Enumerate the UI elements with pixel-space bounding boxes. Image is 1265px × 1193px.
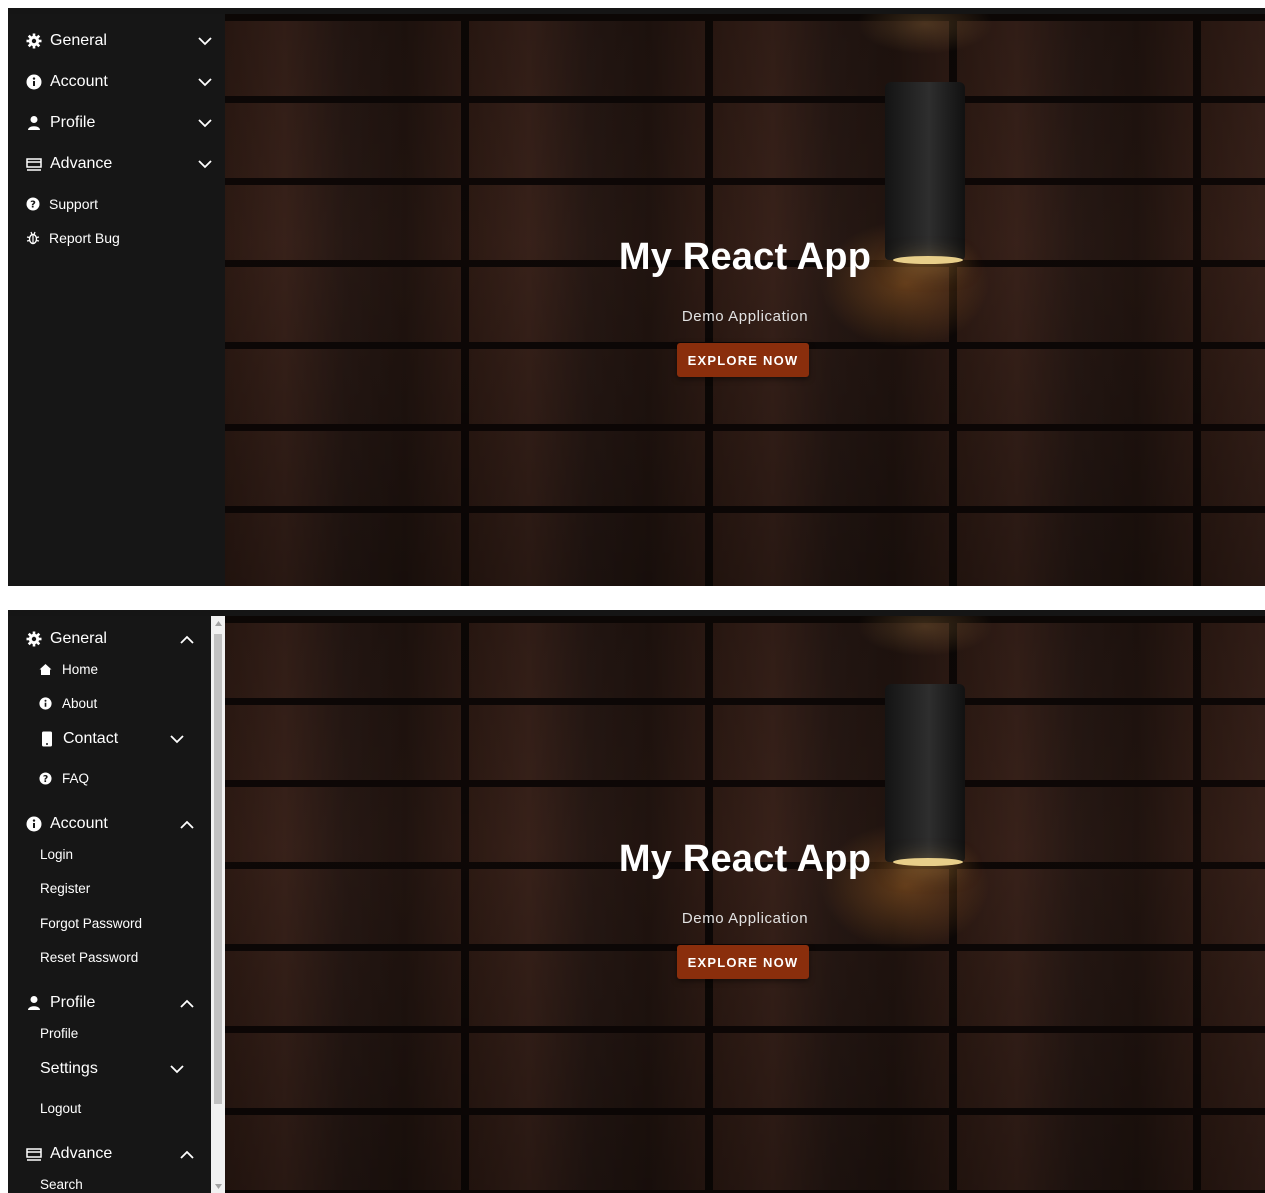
sidebar: General Home About Contact ? FAQ Account… [8, 616, 211, 1193]
sidebar-item-label: Advance [50, 1145, 113, 1162]
chevron-up-icon [179, 995, 195, 1011]
sidebar-subitem-label: Register [40, 880, 91, 896]
sidebar-subitem-settings[interactable]: Settings [8, 1054, 211, 1084]
explore-now-button[interactable]: EXPLORE NOW [677, 945, 809, 979]
app-window-collapsed: General Account Profile Advance ? Suppor… [8, 8, 1265, 586]
sidebar-subitem-label: Profile [40, 1025, 79, 1041]
sidebar-item-label: Advance [50, 155, 113, 172]
sidebar-item-account[interactable]: Account [8, 809, 211, 839]
sidebar-subitem-label: Contact [63, 730, 119, 747]
sidebar-subitem-forgot-password[interactable]: Forgot Password [8, 908, 211, 938]
sidebar-subitem-label: Logout [40, 1100, 82, 1116]
hero-banner: My React App Demo Application EXPLORE NO… [225, 14, 1265, 586]
sidebar-item-advance[interactable]: Advance [8, 149, 225, 179]
scrollbar-thumb[interactable] [214, 634, 222, 1104]
question-icon: ? [39, 771, 52, 785]
sidebar-item-general[interactable]: General [8, 26, 225, 56]
gear-icon [26, 33, 42, 49]
home-icon [39, 663, 52, 676]
sidebar-item-label: Account [50, 73, 108, 90]
hero-title: My React App [618, 838, 872, 880]
bug-icon [26, 231, 40, 245]
sidebar-subitem-contact[interactable]: Contact [8, 724, 211, 754]
scroll-up-arrow-icon[interactable] [211, 616, 225, 630]
sidebar-item-label: General [50, 630, 107, 647]
sidebar: General Account Profile Advance ? Suppor… [8, 14, 225, 586]
question-icon: ? [26, 197, 40, 211]
sidebar-item-label: Report Bug [49, 230, 120, 246]
hero-subtitle: Demo Application [681, 910, 809, 927]
sidebar-item-report-bug[interactable]: Report Bug [8, 223, 225, 253]
sidebar-subitem-label: Login [40, 846, 74, 862]
sidebar-item-profile[interactable]: Profile [8, 988, 211, 1018]
sidebar-subitem-label: Reset Password [40, 949, 139, 965]
sidebar-subitem-home[interactable]: Home [8, 654, 211, 684]
chevron-down-icon [197, 74, 213, 90]
gear-icon [26, 631, 42, 647]
explore-now-button[interactable]: EXPLORE NOW [677, 343, 809, 377]
chevron-down-icon [169, 731, 185, 747]
person-icon [26, 115, 42, 131]
sidebar-subitem-search[interactable]: Search [8, 1169, 211, 1193]
sidebar-item-account[interactable]: Account [8, 67, 225, 97]
svg-text:?: ? [43, 773, 48, 784]
chevron-down-icon [197, 156, 213, 172]
sidebar-subitem-register[interactable]: Register [8, 873, 211, 903]
info-icon [26, 74, 42, 90]
sidebar-item-label: General [50, 32, 107, 49]
sidebar-subitem-profile[interactable]: Profile [8, 1018, 211, 1048]
wall-lamp-image [885, 82, 965, 260]
sidebar-subitem-reset-password[interactable]: Reset Password [8, 942, 211, 972]
sidebar-item-profile[interactable]: Profile [8, 108, 225, 138]
sidebar-subitem-label: FAQ [62, 770, 90, 786]
wall-lamp-image [885, 684, 965, 862]
sidebar-scrollbar[interactable] [211, 616, 225, 1193]
chevron-down-icon [197, 33, 213, 49]
sidebar-item-general[interactable]: General [8, 624, 211, 654]
info-icon [26, 816, 42, 832]
hero-banner: My React App Demo Application EXPLORE NO… [225, 616, 1265, 1193]
scroll-down-arrow-icon[interactable] [211, 1179, 225, 1193]
svg-text:?: ? [30, 200, 36, 211]
sidebar-item-support[interactable]: ? Support [8, 189, 225, 219]
sidebar-subitem-label: Home [62, 661, 99, 677]
person-icon [26, 995, 42, 1011]
sidebar-item-label: Profile [50, 114, 96, 131]
sidebar-item-label: Account [50, 815, 108, 832]
info-icon [39, 696, 52, 710]
sidebar-subitem-label: About [62, 695, 98, 711]
sidebar-subitem-about[interactable]: About [8, 688, 211, 718]
sidebar-subitem-logout[interactable]: Logout [8, 1093, 211, 1123]
advance-icon [26, 1146, 42, 1162]
sidebar-item-label: Profile [50, 994, 96, 1011]
chevron-down-icon [169, 1061, 185, 1077]
sidebar-subitem-login[interactable]: Login [8, 839, 211, 869]
sidebar-subitem-faq[interactable]: ? FAQ [8, 763, 211, 793]
sidebar-subitem-label: Search [40, 1176, 83, 1192]
chevron-down-icon [197, 115, 213, 131]
hero-title: My React App [618, 236, 872, 278]
sidebar-subitem-label: Settings [40, 1060, 98, 1077]
chevron-up-icon [179, 816, 195, 832]
phone-icon [39, 731, 55, 747]
chevron-up-icon [179, 1146, 195, 1162]
sidebar-item-label: Support [49, 196, 99, 212]
app-window-expanded: General Home About Contact ? FAQ Account… [8, 610, 1265, 1193]
hero-subtitle: Demo Application [681, 308, 809, 325]
advance-icon [26, 156, 42, 172]
sidebar-item-advance[interactable]: Advance [8, 1139, 211, 1169]
chevron-up-icon [179, 631, 195, 647]
sidebar-subitem-label: Forgot Password [40, 915, 143, 931]
